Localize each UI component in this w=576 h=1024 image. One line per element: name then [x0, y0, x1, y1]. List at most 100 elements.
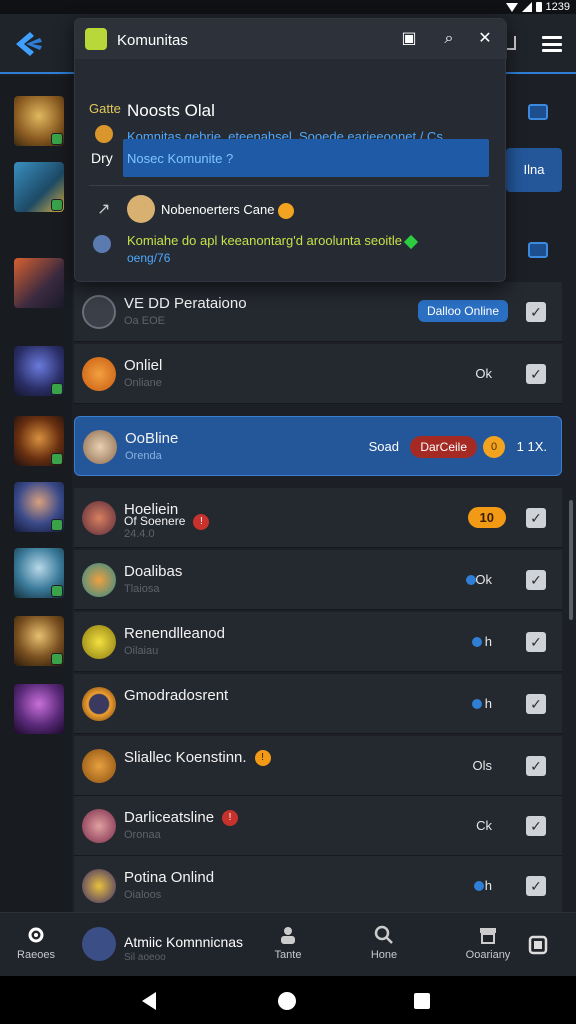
close-icon[interactable]: ✕	[475, 29, 495, 49]
list-item-selected[interactable]: OoBline Orenda Soad DarCeile 0 1 1X.	[74, 416, 562, 476]
checkbox[interactable]: ✓	[526, 364, 546, 384]
row-name: Darliceatsline!	[124, 809, 239, 827]
window-icon[interactable]	[528, 935, 548, 955]
side-label-bottom: Dry	[91, 150, 113, 166]
store-icon	[480, 928, 496, 944]
post-question[interactable]: Nosec Komunite ?	[127, 151, 233, 166]
checkbox[interactable]: ✓	[526, 508, 546, 528]
search-icon	[374, 925, 393, 944]
alert-icon: !	[193, 514, 210, 530]
game-thumbnail[interactable]	[14, 548, 64, 598]
recents-icon[interactable]	[414, 993, 430, 1009]
row-status: Ok	[475, 572, 492, 587]
list-item[interactable]: Gmodradosrent h ✓	[74, 674, 562, 734]
row-status: Ols	[472, 758, 493, 773]
menu-icon[interactable]	[542, 36, 562, 52]
square-icon[interactable]: ▣	[399, 29, 419, 49]
alert-icon: !	[222, 810, 239, 827]
checkbox[interactable]: ✓	[526, 302, 546, 322]
popup-title: Komunitas	[117, 32, 188, 49]
game-thumbnail[interactable]	[14, 416, 64, 466]
avatar	[82, 295, 116, 329]
home-icon[interactable]	[278, 992, 296, 1010]
game-thumbnail[interactable]	[14, 96, 64, 146]
row-sub: Tlaiosa	[124, 583, 160, 595]
alert-icon: !	[254, 750, 271, 767]
message-text: Komiahe do apl keeanontarg'd aroolunta s…	[127, 233, 419, 249]
game-thumbnail[interactable]	[14, 258, 64, 308]
avatar	[83, 430, 117, 464]
avatar	[127, 195, 155, 223]
checkbox[interactable]: ✓	[526, 694, 546, 714]
list-item[interactable]: Potina Onlind Oialoos h ✓	[74, 856, 562, 916]
game-thumbnail[interactable]	[14, 482, 64, 532]
checkbox[interactable]: ✓	[526, 632, 546, 652]
game-thumbnail[interactable]	[14, 162, 64, 212]
checkbox[interactable]: ✓	[526, 816, 546, 836]
list-item[interactable]: Doalibas Tlaiosa Ok ✓	[74, 550, 562, 610]
clock: 1239	[545, 1, 570, 13]
checkbox[interactable]: ✓	[526, 570, 546, 590]
row-name: VE DD Perataiono	[124, 295, 247, 312]
checkbox[interactable]: ✓	[526, 756, 546, 776]
popup-header: Komunitas ▣ ⌕ ✕	[75, 19, 507, 59]
online-badge-icon	[51, 585, 63, 597]
app-logo-icon[interactable]	[12, 28, 46, 60]
game-column	[0, 76, 72, 912]
community-app-icon	[85, 28, 107, 50]
avatar	[82, 357, 116, 391]
row-status: Ck	[476, 818, 492, 833]
coin-icon: 0	[483, 436, 505, 458]
row-sub: Oa EOE	[124, 315, 165, 327]
row-name: Sliallec Koenstinn.!	[124, 749, 271, 767]
online-badge-icon	[51, 519, 63, 531]
game-thumbnail[interactable]	[14, 684, 64, 734]
divider	[89, 185, 489, 186]
online-badge-icon	[51, 453, 63, 465]
current-sub: Sil aoeoo	[124, 952, 166, 963]
row-name: Gmodradosrent	[124, 687, 229, 704]
bottom-nav: Raeoes Atmiic Komnnicnas Sil aoeoo Tante…	[0, 912, 576, 976]
game-thumbnail[interactable]	[14, 346, 64, 396]
user-icon	[93, 235, 111, 253]
wifi-icon	[505, 2, 518, 12]
tab-tante[interactable]: Tante	[266, 925, 310, 961]
list-item[interactable]: Sliallec Koenstinn.! Ols ✓	[74, 736, 562, 796]
list-item[interactable]: Onliel Onliane Ok ✓	[74, 344, 562, 404]
list-item[interactable]: Darliceatsline! Oronaa Ck ✓	[74, 796, 562, 856]
row-sub: Oronaa	[124, 829, 161, 841]
search-icon[interactable]: ⌕	[439, 29, 459, 49]
row-name: Renendlleanod	[124, 625, 225, 642]
nav-name[interactable]: Nobenoerters Cane	[161, 202, 295, 219]
online-badge-icon	[51, 133, 63, 145]
tab-home[interactable]: Hone	[362, 925, 406, 961]
row-status: h	[484, 634, 492, 649]
game-thumbnail[interactable]	[14, 616, 64, 666]
side-label-top: Gatte	[89, 101, 121, 116]
tab-company[interactable]: Ooariany	[460, 925, 516, 961]
tab-games[interactable]: Raeoes	[14, 925, 58, 961]
gear-icon	[28, 927, 44, 943]
current-community[interactable]: Atmiic Komnnicnas Sil aoeoo	[78, 919, 248, 971]
checkbox[interactable]: ✓	[526, 876, 546, 896]
status-dot-icon	[474, 881, 484, 891]
current-name: Atmiic Komnnicnas	[124, 934, 244, 950]
post-title: Noosts Olal	[127, 101, 215, 120]
scrollbar[interactable]	[569, 500, 573, 620]
avatar	[82, 749, 116, 783]
signal-icon	[521, 2, 532, 12]
back-icon[interactable]	[142, 992, 156, 1010]
row-name: OoBline	[125, 430, 179, 447]
avatar	[82, 927, 116, 961]
arrow-icon[interactable]: ↗	[97, 199, 110, 219]
status-dot-icon	[472, 637, 482, 647]
emoji-icon	[278, 202, 295, 219]
row-name: Potina Onlind	[124, 869, 215, 886]
list-item[interactable]: VE DD Perataiono Oa EOE Dalloo Online ✓	[74, 282, 562, 342]
gem-icon	[403, 234, 419, 249]
list-item[interactable]: Renendlleanod Oilaiau h ✓	[74, 612, 562, 672]
online-button[interactable]: Dalloo Online	[417, 300, 508, 322]
status-pill[interactable]: DarCeile	[410, 436, 477, 458]
list-item[interactable]: Hoeliein Of Soenere! 24.4.0 10 ✓	[74, 488, 562, 548]
row-status: h	[484, 696, 492, 711]
